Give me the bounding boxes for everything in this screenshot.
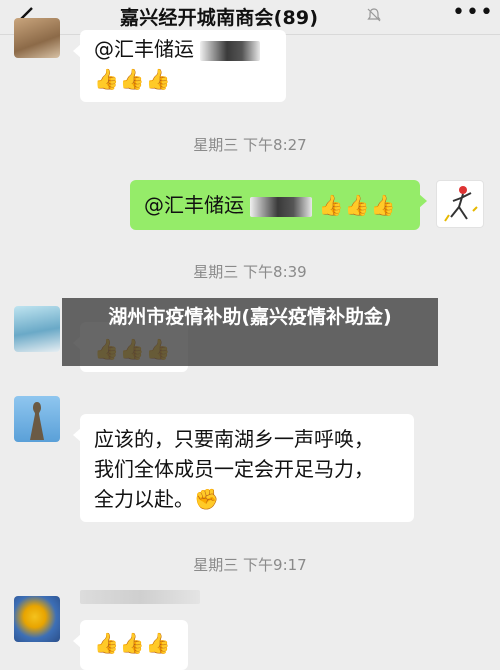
avatar[interactable] (14, 306, 60, 352)
message-line: 应该的，只要南湖乡一声呼唤， (94, 427, 374, 451)
chat-title: 嘉兴经开城南商会(89) (120, 7, 319, 29)
thumbs-up-icon: 👍👍👍 (94, 67, 172, 91)
dancer-figure-icon (444, 186, 478, 222)
message-line: 全力以赴。✊ (94, 487, 219, 511)
my-avatar[interactable] (436, 180, 484, 228)
my-message-bubble[interactable]: @汇丰储运 👍👍👍 (130, 180, 427, 230)
avatar[interactable] (14, 396, 60, 442)
avatar[interactable] (14, 18, 60, 58)
thumbs-up-icon: 👍👍👍 (318, 193, 397, 217)
redacted-sender-name (80, 590, 200, 604)
redacted-name (250, 196, 313, 217)
overlay-caption: 湖州市疫情补助(嘉兴疫情补助金) (62, 298, 438, 366)
message-bubble[interactable]: 应该的，只要南湖乡一声呼唤， 我们全体成员一定会开足马力， 全力以赴。✊ (73, 414, 414, 522)
message-text: @汇丰储运 (144, 193, 244, 217)
bell-muted-icon (367, 8, 381, 22)
message-bubble[interactable]: @汇丰储运 👍👍👍 (73, 30, 286, 102)
thumbs-up-icon: 👍👍👍 (94, 631, 172, 655)
redacted-name (200, 40, 261, 61)
timestamp: 星期三 下午8:39 (193, 263, 307, 281)
message-bubble[interactable]: 👍👍👍 (73, 620, 188, 670)
statue-figure-icon (30, 402, 44, 440)
message-line: 我们全体成员一定会开足马力， (94, 457, 374, 481)
timestamp: 星期三 下午9:17 (193, 556, 307, 574)
message-text: @汇丰储运 (94, 34, 272, 64)
timestamp: 星期三 下午8:27 (193, 136, 307, 154)
avatar[interactable] (14, 596, 60, 642)
more-dots-icon[interactable]: ••• (452, 0, 494, 25)
